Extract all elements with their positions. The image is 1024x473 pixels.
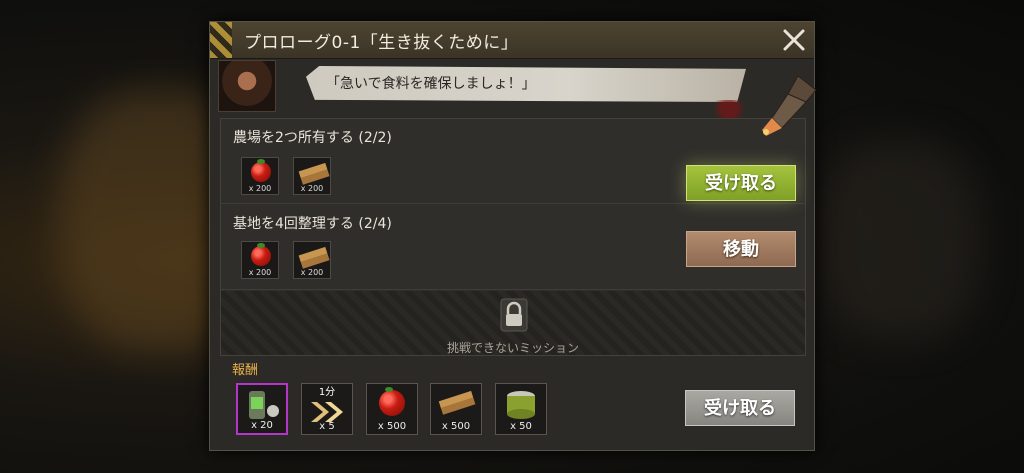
reward-qty: x 200	[300, 268, 324, 277]
reward-qty: x 200	[248, 268, 272, 277]
reward-qty: x 20	[251, 420, 273, 431]
reward-item[interactable]: x 50	[495, 383, 547, 435]
close-button[interactable]	[780, 26, 808, 54]
mission-list: 農場を2つ所有する (2/2) x 200 x 200 受け取る 基地を4回整理…	[220, 118, 806, 356]
close-icon	[783, 29, 805, 51]
mission-dialog: プロローグ0-1「生き抜くために」 「急いで食料を確保しましょ！」 農場を2つ所…	[209, 21, 815, 451]
reward-item[interactable]: x 20	[236, 383, 288, 435]
dialog-titlebar: プロローグ0-1「生き抜くために」	[210, 22, 814, 59]
lock-icon	[500, 298, 528, 332]
claim-all-button[interactable]: 受け取る	[685, 390, 795, 426]
wood-plank-icon	[298, 162, 328, 179]
reward-item: x 200	[241, 157, 279, 195]
reward-item[interactable]: 1分 x 5	[301, 383, 353, 435]
tutorial-pointer-icon	[762, 75, 817, 136]
reward-qty: x 500	[441, 421, 471, 432]
locked-mission-text: 挑戦できないミッション	[446, 341, 579, 355]
reward-item: x 200	[241, 241, 279, 279]
wood-plank-icon	[298, 246, 328, 263]
mission-title: 農場を2つ所有する (2/2)	[233, 130, 392, 146]
tomato-icon	[251, 243, 271, 266]
npc-avatar	[218, 60, 276, 112]
hazard-stripe	[210, 22, 232, 58]
speech-bubble: 「急いで食料を確保しましょ！」	[306, 66, 746, 102]
reward-qty: x 200	[300, 184, 324, 193]
mission-row: 農場を2つ所有する (2/2) x 200 x 200 受け取る	[221, 119, 805, 204]
move-button[interactable]: 移動	[686, 231, 796, 267]
dialog-title: プロローグ0-1「生き抜くために」	[244, 33, 519, 53]
reward-qty: x 500	[377, 421, 407, 432]
rewards-label: 報酬	[232, 363, 259, 378]
mission-title: 基地を4回整理する (2/4)	[233, 216, 392, 232]
reward-item[interactable]: x 500	[430, 383, 482, 435]
background-terrain	[820, 140, 980, 340]
reward-qty: x 200	[248, 184, 272, 193]
reward-item[interactable]: x 500	[366, 383, 418, 435]
reward-item: x 200	[293, 241, 331, 279]
wood-plank-icon	[438, 390, 474, 409]
tomato-icon	[379, 387, 405, 416]
claim-button[interactable]: 受け取る	[686, 165, 796, 201]
blood-splatter	[704, 100, 754, 118]
locked-mission: 挑戦できないミッション	[221, 291, 805, 355]
reward-item: x 200	[293, 157, 331, 195]
npc-speech-area: 「急いで食料を確保しましょ！」	[210, 58, 814, 118]
reward-qty: x 5	[319, 421, 335, 432]
reward-top-label: 1分	[318, 387, 336, 398]
tomato-icon	[251, 159, 271, 182]
canned-food-icon	[507, 391, 535, 419]
mission-row: 基地を4回整理する (2/4) x 200 x 200 移動	[221, 205, 805, 290]
reward-qty: x 50	[510, 421, 532, 432]
